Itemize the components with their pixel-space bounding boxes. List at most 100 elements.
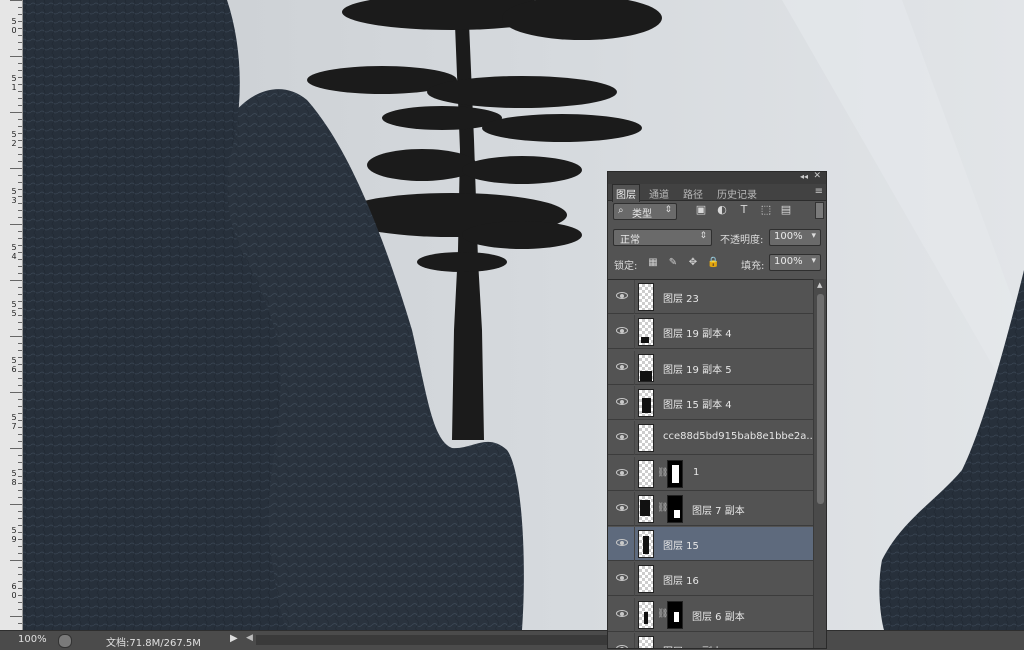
ruler-tick	[18, 427, 22, 428]
visibility-eye-icon[interactable]	[615, 397, 629, 407]
tab-history[interactable]: 历史记录	[714, 185, 760, 202]
tab-layers[interactable]: 图层	[612, 184, 640, 202]
layer-row[interactable]: ⛓ 1	[608, 456, 813, 491]
layer-list-scrollbar[interactable]: ▲	[813, 279, 826, 648]
layer-name[interactable]: 1	[693, 467, 699, 478]
document-canvas[interactable]	[22, 0, 1024, 630]
layer-thumbnail[interactable]	[638, 424, 654, 453]
layer-thumbnail[interactable]	[638, 600, 654, 629]
scroll-left-icon[interactable]: ◀	[246, 633, 253, 643]
layer-thumbnail[interactable]	[638, 318, 654, 347]
layer-row[interactable]: 图层 15 副本 4	[608, 385, 813, 420]
layer-name[interactable]: 图层 6 副本	[692, 608, 745, 623]
status-info-icon[interactable]	[58, 634, 72, 648]
ruler-tick	[18, 147, 22, 148]
ruler-tick	[18, 7, 22, 8]
fill-label: 填充:	[741, 261, 765, 272]
layer-name[interactable]: 图层 19 副本 5	[663, 361, 732, 376]
thumbnail-content	[640, 499, 650, 516]
row-divider	[634, 597, 635, 632]
layer-mask-thumbnail[interactable]	[667, 494, 683, 523]
lock-pixels-brush-icon[interactable]: ✎	[667, 257, 679, 269]
ruler-tick	[18, 231, 22, 232]
tab-channels[interactable]: 通道	[646, 185, 672, 202]
ruler-tick	[18, 91, 22, 92]
chevron-down-icon: ▾	[811, 256, 816, 266]
zoom-level[interactable]: 100%	[18, 634, 47, 645]
fill-field[interactable]: 100% ▾	[769, 254, 821, 271]
visibility-eye-icon[interactable]	[615, 573, 629, 583]
ruler-label: 5	[11, 186, 17, 196]
lock-all-icon[interactable]: 🔒	[707, 257, 719, 269]
layer-thumbnail[interactable]	[638, 459, 654, 488]
ruler-tick	[18, 182, 22, 183]
layer-thumbnail[interactable]	[638, 565, 654, 594]
visibility-eye-icon[interactable]	[615, 538, 629, 548]
ruler-tick	[18, 588, 22, 589]
visibility-eye-icon[interactable]	[615, 609, 629, 619]
ruler-label: 2	[11, 139, 17, 148]
close-icon[interactable]: ✕	[813, 172, 821, 181]
blend-mode-select[interactable]: 正常 ⇕	[613, 229, 712, 246]
layer-row[interactable]: ⛓ 图层 6 副本	[608, 597, 813, 632]
layer-row[interactable]: 图层 23	[608, 280, 813, 314]
ruler-tick	[18, 595, 22, 596]
type-filter-icon[interactable]: T	[737, 203, 751, 217]
ruler-tick	[10, 112, 22, 113]
layer-row[interactable]: cce88d5bd915bab8e1bbe2a...	[608, 421, 813, 456]
layer-name[interactable]: 图层 15 副本 2	[663, 643, 732, 648]
ruler-tick	[18, 287, 22, 288]
collapse-panel-icon[interactable]: ◂◂	[800, 172, 808, 181]
visibility-eye-icon[interactable]	[615, 362, 629, 372]
panel-menu-icon[interactable]: ≡	[815, 186, 823, 197]
adjustment-filter-icon[interactable]: ◐	[715, 203, 729, 217]
visibility-eye-icon[interactable]	[615, 291, 629, 301]
ruler-tick	[18, 49, 22, 50]
layer-name[interactable]: cce88d5bd915bab8e1bbe2a...	[663, 431, 813, 442]
layer-mask-thumbnail[interactable]	[667, 459, 683, 488]
filter-toggle[interactable]	[815, 202, 824, 219]
layer-thumbnail[interactable]	[638, 530, 654, 559]
layer-row[interactable]: 图层 19 副本 5	[608, 350, 813, 385]
layer-name[interactable]: 图层 15	[663, 537, 699, 552]
layer-name[interactable]: 图层 15 副本 4	[663, 396, 732, 411]
tab-paths[interactable]: 路径	[680, 185, 706, 202]
layer-mask-thumbnail[interactable]	[667, 600, 683, 629]
layer-name[interactable]: 图层 19 副本 4	[663, 325, 732, 340]
ruler-tick	[18, 210, 22, 211]
layer-name[interactable]: 图层 16	[663, 572, 699, 587]
layer-row[interactable]: 图层 19 副本 4	[608, 315, 813, 350]
ruler-label: 5	[11, 356, 17, 365]
scroll-up-icon[interactable]: ▲	[817, 281, 822, 289]
layer-name[interactable]: 图层 23	[663, 290, 699, 305]
vertical-ruler[interactable]: 505152535455565758596061	[0, 0, 23, 630]
layer-name[interactable]: 图层 7 副本	[692, 502, 745, 517]
layer-row[interactable]: 图层 15	[608, 527, 813, 562]
scroll-thumb[interactable]	[817, 294, 824, 504]
status-menu-arrow-icon[interactable]: ▶	[230, 633, 238, 644]
layer-thumbnail[interactable]	[638, 636, 654, 648]
layer-row[interactable]: ⛓ 图层 7 副本	[608, 491, 813, 526]
visibility-eye-icon[interactable]	[615, 432, 629, 442]
lock-position-move-icon[interactable]: ✥	[687, 257, 699, 269]
ruler-tick	[18, 266, 22, 267]
shape-filter-icon[interactable]: ⬚	[759, 203, 773, 217]
visibility-eye-icon[interactable]	[615, 468, 629, 478]
layer-thumbnail[interactable]	[638, 388, 654, 417]
layer-thumbnail[interactable]	[638, 283, 654, 311]
smart-object-filter-icon[interactable]: ▤	[779, 203, 793, 217]
visibility-eye-icon[interactable]	[615, 644, 629, 648]
layer-filter-select[interactable]: ⌕ 类型 ⇕	[613, 203, 677, 220]
visibility-eye-icon[interactable]	[615, 503, 629, 513]
ruler-label: 7	[11, 421, 17, 431]
image-filter-icon[interactable]: ▣	[694, 203, 708, 217]
layer-row[interactable]: 图层 16	[608, 562, 813, 597]
layer-thumbnail[interactable]	[638, 494, 654, 523]
visibility-eye-icon[interactable]	[615, 326, 629, 336]
lock-transparency-icon[interactable]: ▦	[647, 257, 659, 269]
panel-title-bar[interactable]: ◂◂ ✕	[608, 172, 826, 184]
layer-thumbnail[interactable]	[638, 353, 654, 382]
chevron-updown-icon: ⇕	[664, 205, 672, 215]
layer-row[interactable]: 图层 15 副本 2	[608, 633, 813, 648]
opacity-field[interactable]: 100% ▾	[769, 229, 821, 246]
